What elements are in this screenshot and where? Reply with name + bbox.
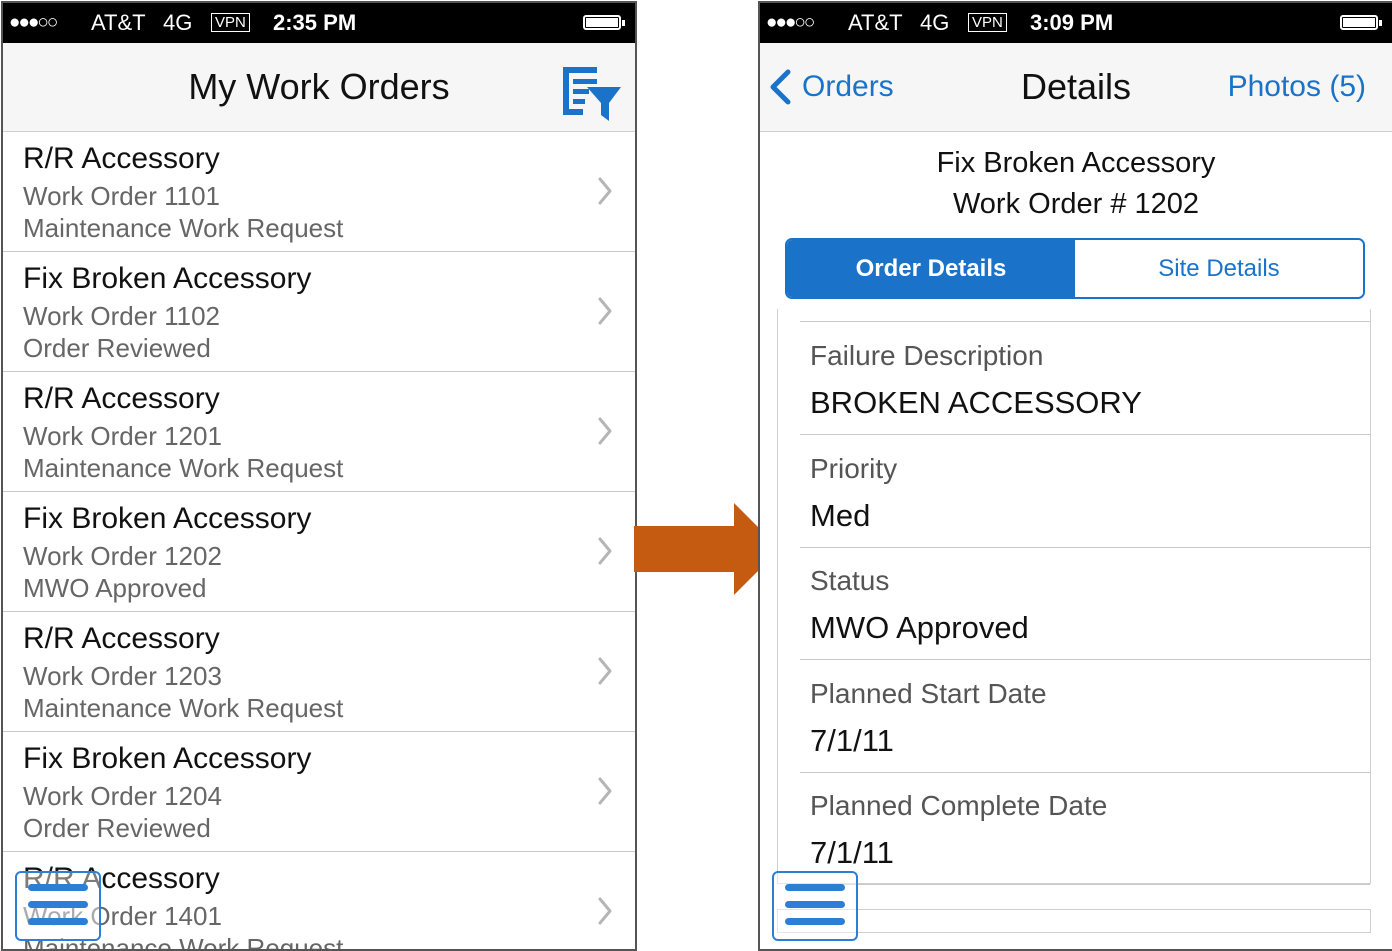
detail-field: Planned Start Date 7/1/11	[800, 660, 1370, 773]
order-status: Maintenance Work Request	[23, 693, 344, 723]
chevron-right-icon	[598, 897, 612, 925]
order-number: Work Order 1204	[23, 781, 222, 811]
page-title: My Work Orders	[188, 66, 450, 107]
chevron-right-icon	[598, 777, 612, 805]
chevron-right-icon	[598, 417, 612, 445]
work-order-row[interactable]: R/R Accessory Work Order 1101 Maintenance …	[3, 132, 635, 252]
order-status: Maintenance Work Request	[23, 453, 344, 483]
tab-site-details[interactable]: Site Details	[1075, 240, 1363, 297]
carrier-label: AT&T	[848, 10, 903, 35]
signal-strength-icon: ●●●○○	[9, 12, 58, 33]
order-title: R/R Accessory	[23, 622, 220, 655]
signal-strength-icon: ●●●○○	[766, 12, 815, 33]
status-bar: ●●●○○ AT&T 4G VPN 2:35 PM	[3, 3, 635, 43]
field-label: Planned Start Date	[810, 677, 1047, 709]
order-status: Order Reviewed	[23, 333, 211, 363]
filter-list-icon[interactable]	[561, 65, 623, 123]
hamburger-menu-icon	[28, 884, 88, 891]
order-title: R/R Accessory	[23, 382, 220, 415]
hamburger-menu-icon	[785, 884, 845, 891]
order-status: MWO Approved	[23, 573, 207, 603]
work-order-row[interactable]: R/R Accessory Work Order 1201 Maintenance …	[3, 372, 635, 492]
detail-field: Planned Complete Date 7/1/11	[800, 772, 1370, 885]
field-value: MWO Approved	[810, 610, 1029, 645]
battery-icon	[1340, 15, 1382, 30]
field-value: BROKEN ACCESSORY	[810, 385, 1142, 420]
field-label: Status	[810, 565, 890, 596]
navigation-bar: My Work Orders	[3, 43, 635, 132]
status-time: 2:35 PM	[273, 10, 357, 35]
work-order-row[interactable]: Fix Broken Accessory Work Order 1202 MWO A…	[3, 492, 635, 612]
order-details-screen: ●●●○○ AT&T 4G VPN 3:09 PM Orders Details…	[758, 1, 1392, 951]
battery-icon	[583, 15, 625, 30]
order-header: Fix Broken Accessory Work Order # 1202	[760, 143, 1392, 225]
order-status: Order Reviewed	[23, 813, 211, 843]
vpn-badge: VPN	[968, 13, 1007, 32]
network-type: 4G	[163, 10, 193, 35]
work-order-row[interactable]: Fix Broken Accessory Work Order 1204 Order…	[3, 732, 635, 852]
details-panel: Failure Description BROKEN ACCESSORY Prior…	[777, 309, 1371, 885]
vpn-badge: VPN	[211, 13, 250, 32]
menu-button[interactable]	[772, 871, 858, 941]
detail-field: Status MWO Approved	[800, 547, 1370, 660]
chevron-right-icon	[598, 657, 612, 685]
order-title: Fix Broken Accessory	[23, 262, 312, 295]
order-status: Maintenance Work Request	[23, 213, 344, 243]
order-title: Fix Broken Accessory	[936, 147, 1216, 179]
carrier-label: AT&T	[91, 10, 146, 35]
status-time: 3:09 PM	[1030, 10, 1114, 35]
order-number: Work Order 1203	[23, 661, 222, 691]
details-tabs: Order Details Site Details	[785, 238, 1365, 299]
chevron-right-icon	[598, 297, 612, 325]
field-label: Planned Complete Date	[810, 790, 1108, 821]
chevron-right-icon	[598, 537, 612, 565]
detail-field: Failure Description BROKEN ACCESSORY	[800, 322, 1370, 435]
work-orders-list: R/R Accessory Work Order 1101 Maintenance …	[3, 132, 635, 949]
menu-button[interactable]	[15, 871, 101, 941]
order-number: Work Order 1101	[23, 181, 221, 211]
order-title: Fix Broken Accessory	[23, 502, 312, 535]
order-number: Work Order # 1202	[952, 188, 1200, 220]
status-bar: ●●●○○ AT&T 4G VPN 3:09 PM	[760, 3, 1392, 43]
field-label: Priority	[810, 452, 898, 484]
order-title: Fix Broken Accessory	[23, 742, 312, 775]
chevron-right-icon	[598, 177, 612, 205]
photos-button[interactable]: Photos (5)	[1228, 67, 1366, 107]
navigation-bar: Orders Details Photos (5)	[760, 43, 1392, 132]
field-label: Failure Description	[810, 340, 1044, 371]
work-order-row[interactable]: Fix Broken Accessory Work Order 1102 Order…	[3, 252, 635, 372]
network-type: 4G	[920, 10, 950, 35]
field-value: Med	[810, 497, 871, 533]
order-number: Work Order 1102	[23, 301, 221, 331]
scroll-area-footer	[777, 909, 1371, 933]
detail-field: Priority Med	[800, 435, 1370, 548]
work-orders-screen: ●●●○○ AT&T 4G VPN 2:35 PM My Work Orders…	[1, 1, 637, 951]
tab-order-details[interactable]: Order Details	[787, 240, 1075, 297]
order-number: Work Order 1201	[23, 421, 222, 451]
field-value: 7/1/11	[810, 722, 894, 758]
field-value: 7/1/11	[810, 835, 894, 870]
order-number: Work Order 1202	[23, 541, 222, 571]
order-title: R/R Accessory	[23, 142, 220, 175]
work-order-row[interactable]: R/R Accessory Work Order 1203 Maintenance …	[3, 612, 635, 732]
